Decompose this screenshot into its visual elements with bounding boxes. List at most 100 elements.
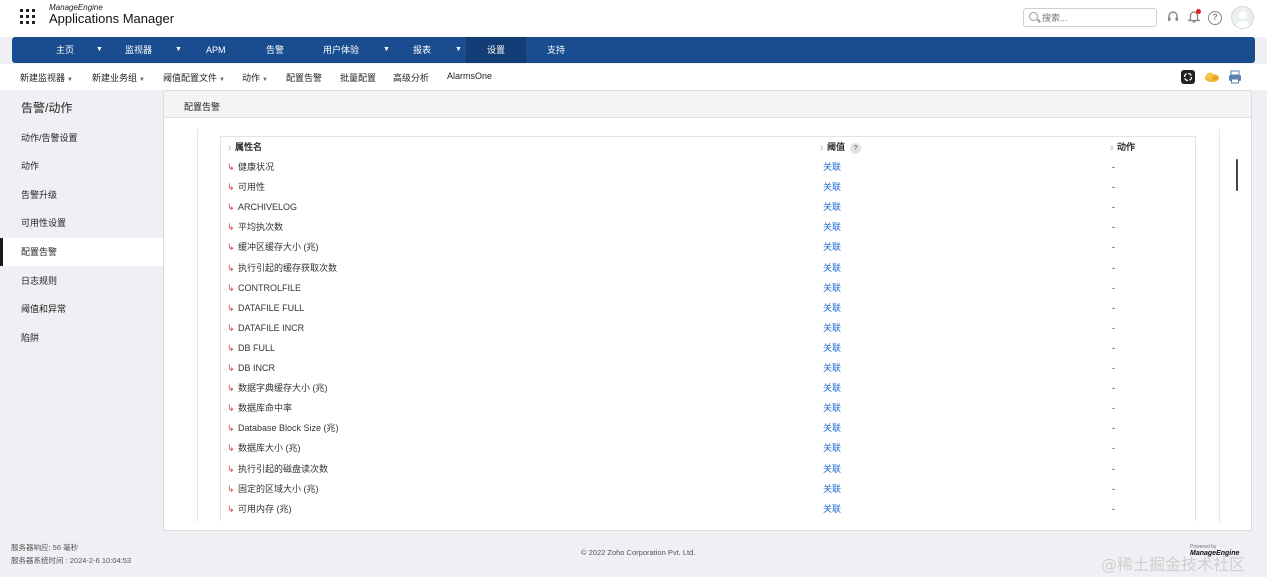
associate-link[interactable]: 关联 [823, 418, 841, 438]
associate-link[interactable]: 关联 [823, 499, 841, 519]
arrow-icon: ↳ [227, 403, 235, 414]
nav-alarms[interactable]: 告警 [266, 37, 284, 63]
action-value: - [1112, 342, 1115, 353]
attribute-name: 固定的区域大小 (兆) [238, 483, 319, 494]
sidebar-item-log-rules[interactable]: 日志规则 [0, 267, 163, 295]
headset-icon[interactable] [1166, 10, 1180, 24]
product-logo[interactable]: ManageEngine Applications Manager [49, 3, 174, 26]
subnav-label: 动作 [242, 73, 261, 83]
user-avatar[interactable] [1231, 6, 1254, 29]
chevron-down-icon[interactable]: ▼ [96, 37, 103, 63]
subnav-new-monitor[interactable]: 新建监视器 ▼ [20, 71, 73, 84]
table-row: ↳ 固定的区域大小 (兆) 关联 - [221, 479, 1195, 499]
action-value: - [1112, 162, 1115, 172]
table-row: ↳ 可用性 关联 - [221, 177, 1195, 197]
table-row: ↳ DB FULL 关联 - [221, 338, 1195, 358]
nav-apm[interactable]: APM [206, 37, 226, 63]
nav-user-experience[interactable]: 用户体验 [323, 37, 359, 63]
attribute-name: 执行引起的缓存获取次数 [238, 262, 338, 273]
associate-link[interactable]: 关联 [823, 338, 841, 358]
main-navigation: 主页 ▼ 监视器 ▼ APM 告警 用户体验 ▼ 报表 ▼ 设置 支持 [12, 37, 1255, 63]
associate-link[interactable]: 关联 [823, 438, 841, 458]
arrow-icon: ↳ [227, 262, 235, 273]
nav-reports[interactable]: 报表 [413, 37, 431, 63]
bell-icon[interactable] [1187, 9, 1201, 24]
arrow-icon: ↳ [227, 423, 235, 434]
associate-link[interactable]: 关联 [823, 318, 841, 338]
associate-link[interactable]: 关联 [823, 298, 841, 318]
table-row: ↳ 健康状况 关联 - [221, 157, 1195, 177]
search-input[interactable] [1042, 11, 1152, 24]
sidebar-item-action-alarm-settings[interactable]: 动作/告警设置 [0, 124, 163, 152]
associate-link[interactable]: 关联 [823, 358, 841, 378]
app-grid-icon[interactable] [20, 9, 35, 24]
action-value: - [1112, 463, 1115, 474]
associate-link[interactable]: 关联 [823, 479, 841, 499]
column-header-action[interactable]: ⇕ 动作 [1109, 137, 1135, 157]
column-header-name[interactable]: ⇕ 属性名 [227, 137, 262, 157]
panel-header: 配置告警 [164, 91, 1251, 118]
chevron-down-icon[interactable]: ▼ [175, 37, 182, 63]
nav-support[interactable]: 支持 [547, 37, 565, 63]
chevron-down-icon[interactable]: ▼ [383, 37, 390, 63]
column-header-threshold[interactable]: ⇕ 阈值? [819, 137, 862, 157]
associate-link[interactable]: 关联 [823, 398, 841, 418]
attribute-name: CONTROLFILE [238, 282, 302, 293]
table-row: ↳ 执行引起的磁盘读次数 关联 - [221, 459, 1195, 479]
arrow-icon: ↳ [227, 383, 235, 394]
attribute-name: DB FULL [238, 342, 276, 353]
cloud-icon[interactable] [1204, 70, 1219, 84]
nav-home[interactable]: 主页 [56, 37, 74, 63]
help-icon[interactable]: ? [1208, 11, 1222, 25]
action-value: - [1112, 322, 1115, 333]
sidebar-item-escalation[interactable]: 告警升级 [0, 181, 163, 209]
sidebar-item-availability-settings[interactable]: 可用性设置 [0, 209, 163, 237]
attribute-name: 可用性 [238, 182, 266, 193]
nav-monitors[interactable]: 监视器 [125, 37, 152, 63]
attribute-name: 数据库命中率 [238, 403, 293, 414]
table-row: ↳ 数据库大小 (兆) 关联 - [221, 438, 1195, 458]
scrollbar-thumb[interactable] [1236, 159, 1238, 191]
associate-link[interactable]: 关联 [823, 378, 841, 398]
subnav-alarmsone[interactable]: AlarmsOne [447, 71, 492, 81]
content-panel: 配置告警 ⇕ 属性名 ⇕ 阈值? ⇕ 动作 ↳ 健康状况 关联 - ↳ 可用性 关联 - ↳ ARCHI… [163, 90, 1252, 531]
nav-settings[interactable]: 设置 [466, 37, 526, 63]
chevron-down-icon: ▼ [262, 77, 268, 83]
associate-link[interactable]: 关联 [823, 237, 841, 257]
subnav-advanced-analytics[interactable]: 高级分析 [393, 71, 429, 84]
subnav-label: 新建监视器 [20, 73, 66, 83]
table-row: ↳ 平均执次数 关联 - [221, 217, 1195, 237]
attribute-name: 执行引起的磁盘读次数 [238, 463, 329, 474]
associate-link[interactable]: 关联 [823, 177, 841, 197]
action-value: - [1112, 202, 1115, 213]
subnav-threshold-profile[interactable]: 阈值配置文件 ▼ [163, 71, 225, 84]
sidebar-item-configure-alarms[interactable]: 配置告警 [0, 238, 163, 266]
chevron-down-icon[interactable]: ▼ [455, 37, 462, 63]
sidebar-item-actions[interactable]: 动作 [0, 152, 163, 180]
sidebar-item-traps[interactable]: 陷阱 [0, 324, 163, 352]
arrow-icon: ↳ [227, 483, 235, 494]
chevron-down-icon: ▼ [219, 77, 225, 83]
sidebar-item-thresholds[interactable]: 阈值和异常 [0, 295, 163, 323]
subnav-configure-alarms[interactable]: 配置告警 [286, 71, 322, 84]
subnav-bulk-config[interactable]: 批量配置 [340, 71, 376, 84]
table-row: ↳ Database Block Size (兆) 关联 - [221, 418, 1195, 438]
associate-link[interactable]: 关联 [823, 278, 841, 298]
attribute-name: DB INCR [238, 363, 276, 373]
recycle-icon[interactable] [1181, 70, 1195, 84]
search-box[interactable] [1023, 8, 1157, 27]
associate-link[interactable]: 关联 [823, 459, 841, 479]
action-value: - [1112, 282, 1115, 293]
subnav-actions[interactable]: 动作 ▼ [242, 71, 268, 84]
attribute-name: 数据字典缓存大小 (兆) [238, 383, 328, 394]
associate-link[interactable]: 关联 [823, 157, 841, 177]
associate-link[interactable]: 关联 [823, 217, 841, 237]
arrow-icon: ↳ [227, 162, 235, 172]
print-icon[interactable] [1228, 70, 1242, 84]
associate-link[interactable]: 关联 [823, 258, 841, 278]
associate-link[interactable]: 关联 [823, 197, 841, 217]
help-icon[interactable]: ? [850, 143, 862, 154]
left-sidebar: 告警/动作 动作/告警设置 动作 告警升级 可用性设置 配置告警 日志规则 阈值… [0, 90, 163, 530]
sidebar-title: 告警/动作 [21, 101, 73, 115]
subnav-new-business-group[interactable]: 新建业务组 ▼ [92, 71, 145, 84]
